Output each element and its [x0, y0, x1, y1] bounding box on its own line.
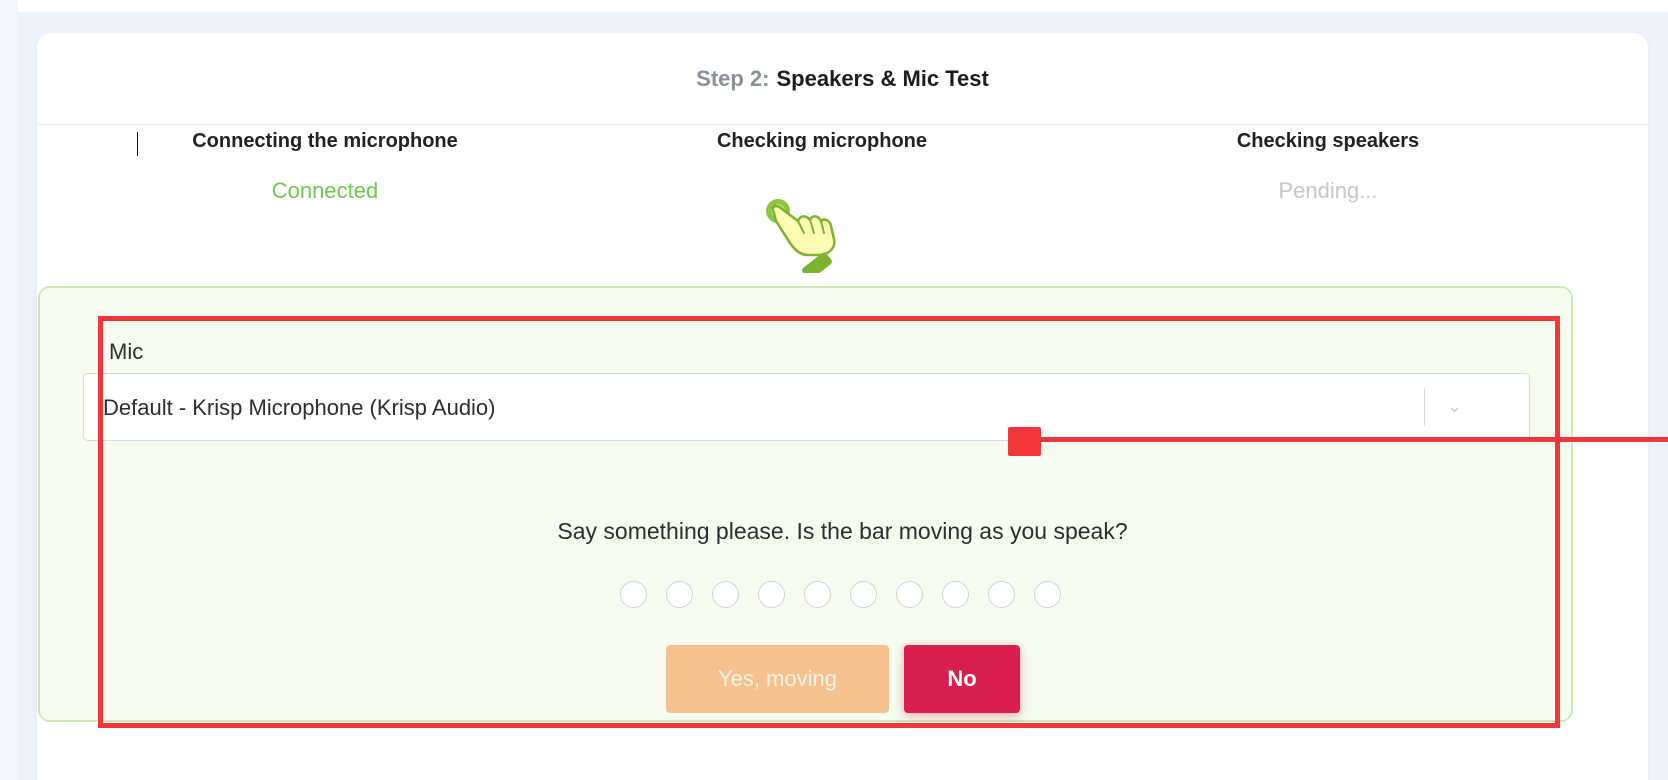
annotation-marker [1008, 427, 1041, 456]
mic-label: Mic [109, 339, 144, 364]
phase-title: Checking microphone [716, 130, 928, 152]
yes-moving-button[interactable]: Yes, moving [666, 645, 889, 713]
page-left-strip [0, 0, 18, 780]
select-divider [1424, 388, 1425, 426]
phase-status-connected: Connected [271, 178, 379, 203]
annotation-pointer-line [1038, 437, 1668, 442]
level-dot [666, 581, 693, 608]
level-dot [850, 581, 877, 608]
level-dot [942, 581, 969, 608]
level-dot [896, 581, 923, 608]
speak-prompt: Say something please. Is the bar moving … [557, 518, 1128, 544]
step-title: Speakers & Mic Test [776, 65, 989, 91]
phase-checking-speakers: Checking speakers Pending... [1143, 130, 1513, 204]
page-top-strip [0, 0, 1668, 12]
phase-title: Connecting the microphone [192, 130, 458, 152]
step-label: Step 2: [696, 65, 770, 91]
phase-status-pending: Pending... [1278, 178, 1378, 203]
pointing-hand-icon [766, 199, 836, 273]
phase-title: Checking speakers [1236, 130, 1420, 152]
mic-level-indicator [620, 581, 1061, 608]
phase-checking-microphone: Checking microphone [637, 130, 1007, 153]
no-button[interactable]: No [904, 645, 1020, 713]
level-dot [1034, 581, 1061, 608]
level-dot [804, 581, 831, 608]
level-dot [620, 581, 647, 608]
level-dot [758, 581, 785, 608]
level-dot [988, 581, 1015, 608]
chevron-down-icon[interactable]: ⌄ [1447, 396, 1462, 417]
phase-connecting-microphone: Connecting the microphone Connected [140, 130, 510, 204]
card-header: Step 2: Speakers & Mic Test [37, 33, 1648, 125]
text-cursor [137, 132, 138, 156]
mic-select-value: Default - Krisp Microphone (Krisp Audio) [103, 395, 496, 420]
level-dot [712, 581, 739, 608]
mic-select[interactable]: Default - Krisp Microphone (Krisp Audio)… [83, 373, 1530, 441]
